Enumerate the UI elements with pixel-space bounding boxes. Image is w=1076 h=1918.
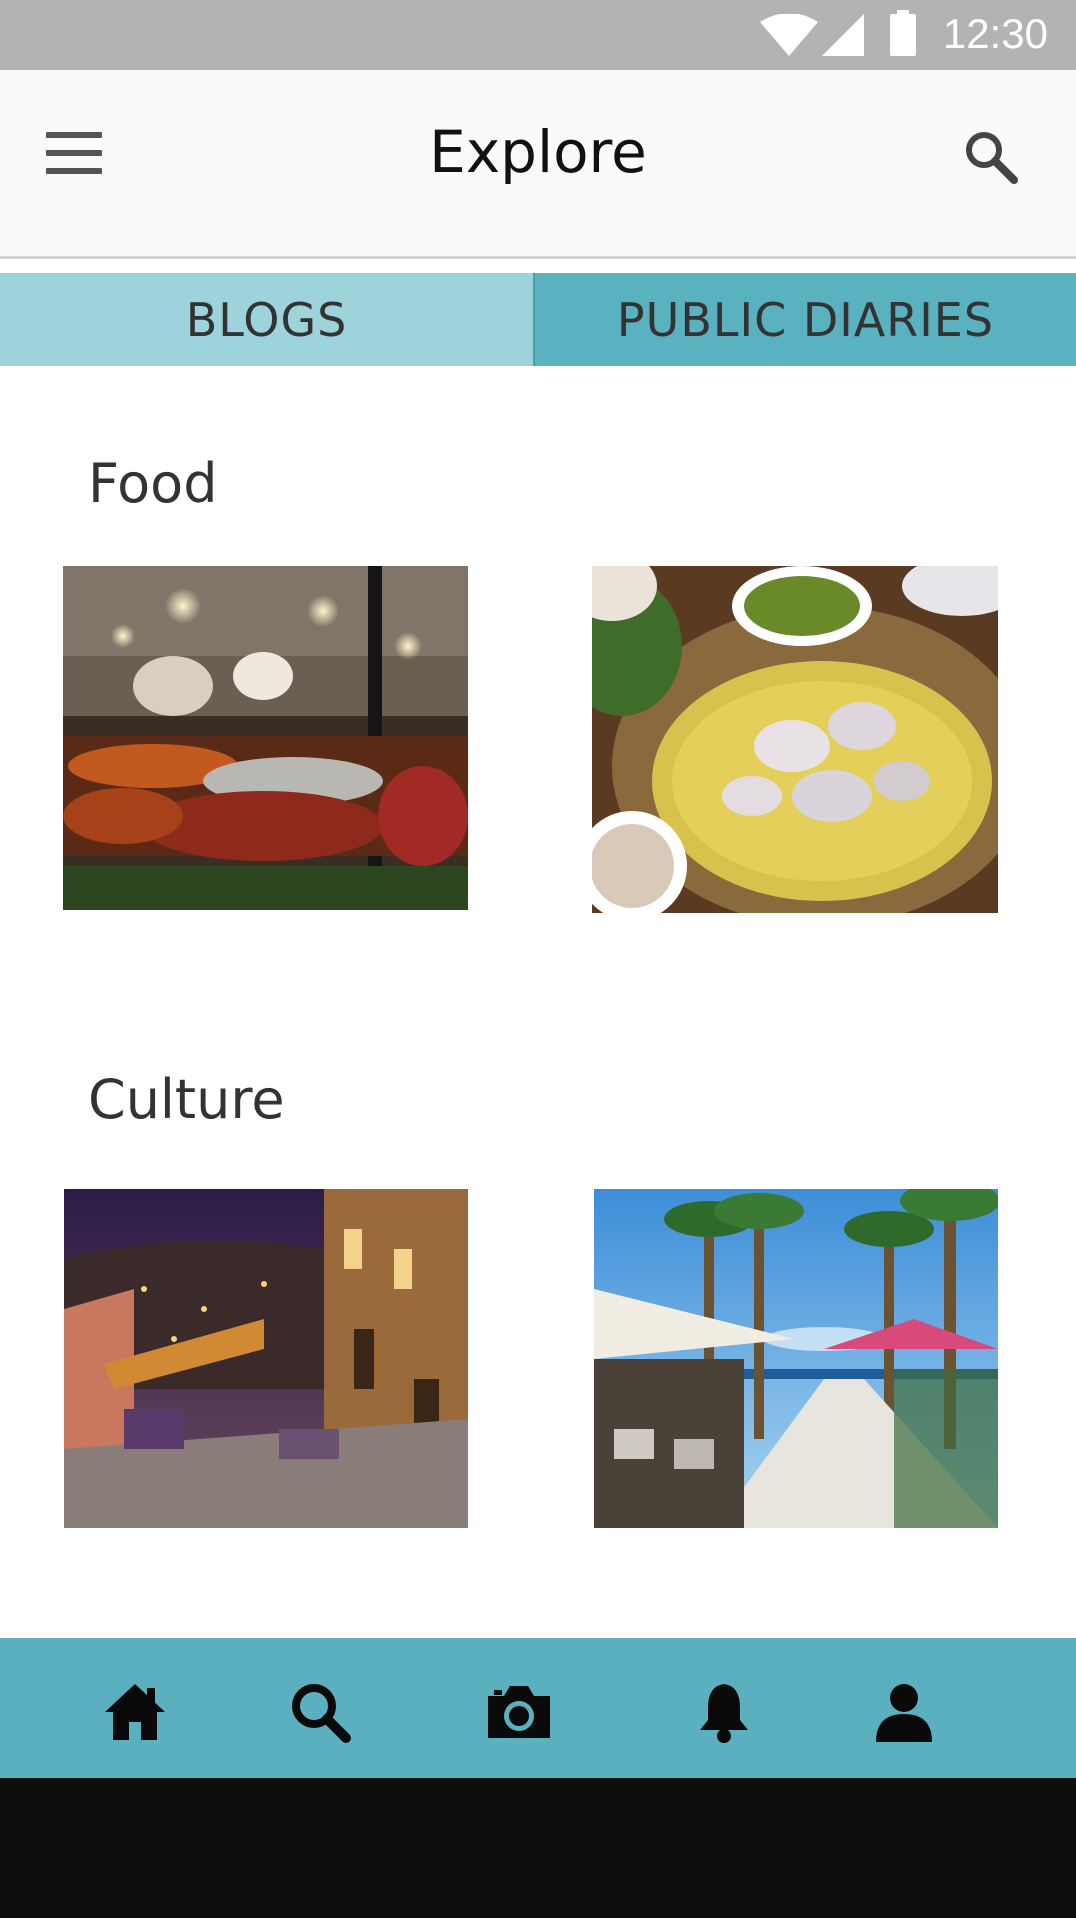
page-title: Explore — [429, 118, 647, 186]
night-market-food-photo[interactable] — [63, 566, 468, 910]
rice-and-meat-platter-photo[interactable] — [592, 566, 998, 913]
system-navigation-bar — [0, 1778, 1076, 1918]
tab-public-diaries[interactable]: PUBLIC DIARIES — [533, 273, 1076, 366]
section-title-culture: Culture — [88, 1068, 285, 1131]
search-icon[interactable] — [962, 128, 1018, 184]
search-icon[interactable] — [288, 1680, 352, 1744]
wifi-icon — [760, 14, 818, 56]
status-bar: 12:30 — [0, 0, 1076, 70]
tab-blogs[interactable]: BLOGS — [0, 273, 533, 366]
battery-icon — [890, 10, 916, 56]
section-title-food: Food — [88, 452, 218, 515]
bottom-nav — [0, 1638, 1076, 1778]
camera-icon[interactable] — [484, 1680, 554, 1744]
tab-public-diaries-label: PUBLIC DIARIES — [616, 292, 995, 347]
palm-promenade-cafes-photo[interactable] — [594, 1189, 998, 1528]
tab-blogs-label: BLOGS — [185, 292, 348, 347]
app-bar: Explore — [0, 70, 1076, 259]
signal-icon — [822, 14, 864, 56]
old-town-stairway-at-night-photo[interactable] — [64, 1189, 468, 1528]
home-icon[interactable] — [103, 1680, 167, 1744]
profile-icon[interactable] — [872, 1680, 936, 1744]
bell-icon[interactable] — [692, 1680, 756, 1744]
status-time: 12:30 — [942, 10, 1048, 57]
tab-bar: BLOGS PUBLIC DIARIES — [0, 273, 1076, 366]
